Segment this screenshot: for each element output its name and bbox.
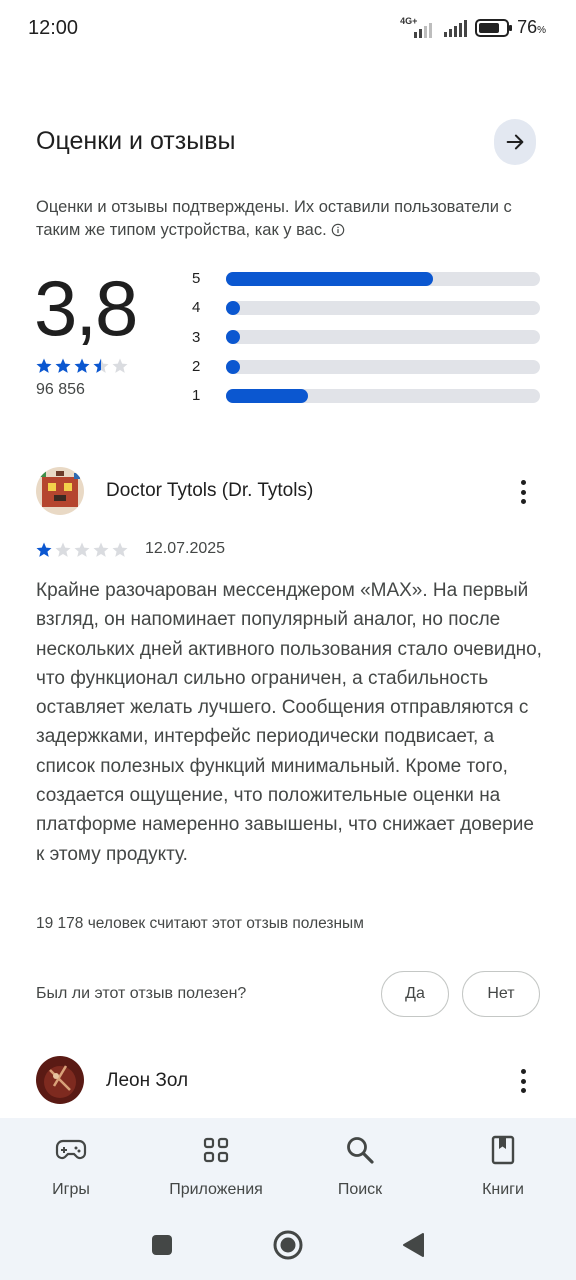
histogram-bar [226,271,434,286]
star-icon [54,541,72,559]
histogram-label: 5 [192,270,201,288]
histogram-track [226,271,540,286]
histogram-bar [226,330,240,345]
review-stars [35,541,129,559]
total-ratings-count: 96 856 [36,381,85,398]
histogram-row: 2 [190,352,542,381]
recents-button[interactable] [151,1234,173,1261]
histogram-label: 1 [192,387,201,405]
review-text: Крайне разочарован мессенджером «MAX». Н… [36,580,542,865]
helpful-count: 19 178 человек считают этот отзыв полезн… [36,915,364,932]
histogram-row: 1 [190,381,542,410]
helpful-no-button[interactable]: Нет [462,971,540,1017]
more-options-icon[interactable] [511,478,535,506]
verified-note: Оценки и отзывы подтверждены. Их оставил… [36,196,536,242]
apps-grid-icon [199,1134,233,1166]
reviewer-name: Леон Зол [106,1070,189,1091]
see-all-ratings-button[interactable] [494,119,536,165]
nav-label: Книги [482,1181,524,1198]
star-icon [92,357,110,375]
status-bar: 12:00 4G+ 76% [0,0,576,58]
nav-label: Поиск [337,1181,383,1198]
histogram-row: 5 [190,264,542,293]
bottom-navigation: Игры Приложения Поиск Книги [0,1118,576,1218]
histogram-bar [226,300,240,315]
nav-item-books[interactable]: Книги [443,1118,563,1218]
average-rating: 3,8 [34,264,138,352]
nav-item-games[interactable]: Игры [11,1118,131,1218]
battery-percent: 76% [517,17,546,37]
histogram-track [226,300,540,315]
nav-label: Игры [52,1181,90,1198]
helpful-question: Был ли этот отзыв полезен? [36,985,247,1002]
mobile-data-signal-icon: 4G+ [400,16,436,38]
nav-item-apps[interactable]: Приложения [156,1118,276,1218]
status-icons: 4G+ 76% [400,16,546,38]
histogram-track [226,388,540,403]
histogram-label: 3 [192,328,201,346]
histogram-bar [226,359,240,374]
star-icon [92,541,110,559]
histogram-label: 2 [192,358,201,376]
reviewer-avatar [36,467,84,515]
home-button[interactable] [272,1229,304,1266]
star-icon [111,357,129,375]
histogram-bar [226,388,308,403]
histogram-label: 4 [192,299,201,317]
home-circle-icon [273,1230,303,1260]
average-stars [35,357,129,375]
star-icon [35,541,53,559]
histogram-row: 3 [190,323,542,352]
verified-note-text: Оценки и отзывы подтверждены. Их оставил… [36,198,512,239]
arrow-right-icon [506,134,524,150]
info-icon[interactable] [331,223,345,237]
section-title: Оценки и отзывы [36,127,236,155]
helpful-yes-button[interactable]: Да [381,971,449,1017]
star-icon [73,357,91,375]
square-icon [152,1235,172,1255]
star-icon [73,541,91,559]
nav-label: Приложения [169,1181,263,1198]
more-options-icon[interactable] [511,1067,535,1095]
star-icon [54,357,72,375]
star-icon [111,541,129,559]
system-navigation-bar [0,1218,576,1280]
rating-histogram: 5 4 3 2 1 [190,264,542,410]
search-icon [343,1134,377,1166]
cell-signal-icon [444,19,468,37]
back-button[interactable] [401,1232,425,1263]
star-icon [35,357,53,375]
gamepad-icon [54,1134,88,1166]
status-time: 12:00 [28,17,79,39]
book-icon [486,1134,520,1166]
histogram-row: 4 [190,293,542,322]
back-triangle-icon [403,1233,424,1257]
histogram-track [226,330,540,345]
reviewer-name: Doctor Tytols (Dr. Tytols) [106,480,314,501]
reviewer-avatar [36,1056,84,1104]
histogram-track [226,359,540,374]
battery-icon [475,18,513,37]
nav-item-search[interactable]: Поиск [300,1118,420,1218]
review-date: 12.07.2025 [145,540,226,557]
